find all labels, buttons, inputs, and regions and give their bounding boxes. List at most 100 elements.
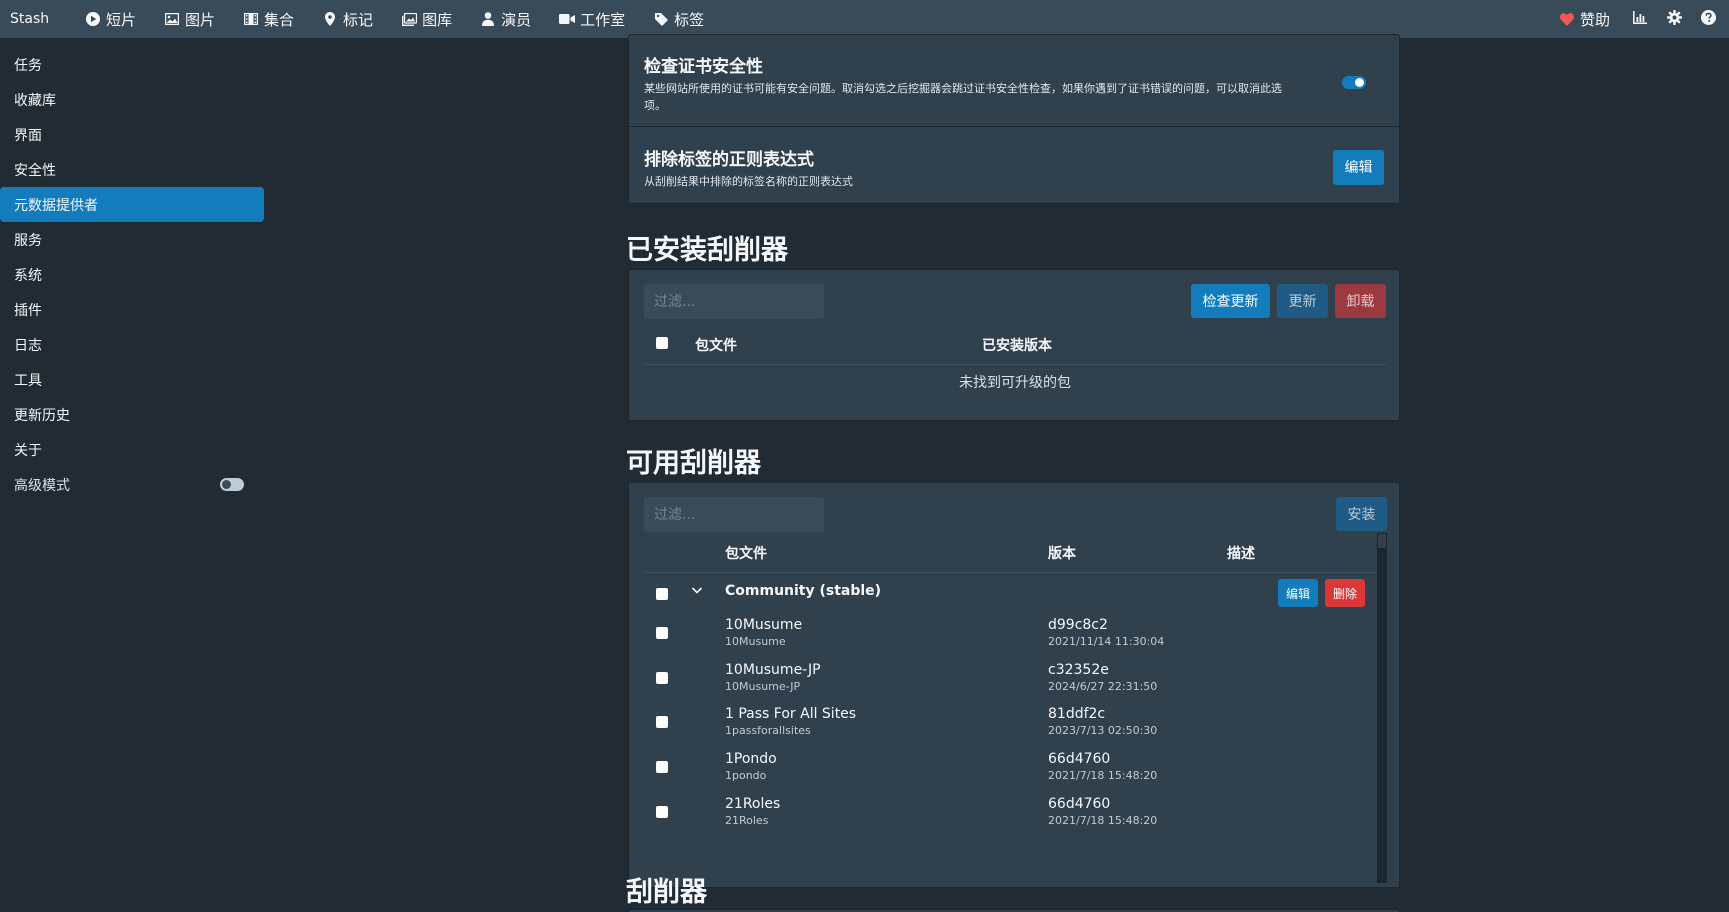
sidebar-item-tools[interactable]: 工具 [0, 362, 264, 397]
nav-item-markers[interactable]: 标记 [308, 0, 387, 38]
installed-filter-input[interactable] [644, 284, 824, 319]
installed-select-all-checkbox[interactable] [656, 337, 668, 349]
source-edit-button[interactable]: 编辑 [1278, 579, 1318, 607]
version-cell: c32352e 2024/6/27 22:31:50 [1048, 662, 1157, 693]
package-checkbox[interactable] [656, 761, 668, 773]
installed-scrapers-card: 检查更新 更新 卸载 包文件 已安装版本 未找到可升级的包 [628, 269, 1400, 421]
source-delete-button[interactable]: 删除 [1325, 579, 1365, 607]
package-version: 66d4760 [1048, 751, 1111, 767]
package-date: 2021/11/14 11:30:04 [1048, 635, 1165, 648]
nav-item-label: 演员 [501, 10, 532, 29]
settings-card: 检查证书安全性 某些网站所使用的证书可能有安全问题。取消勾选之后挖掘器会跳过证书… [628, 34, 1400, 204]
settings-button[interactable] [1657, 0, 1691, 38]
version-cell: 81ddf2c 2023/7/13 02:50:30 [1048, 706, 1157, 737]
package-name: 10Musume [725, 617, 803, 633]
question-circle-icon [1700, 9, 1716, 29]
sidebar-item-metadata-providers[interactable]: 元数据提供者 [0, 187, 264, 222]
donate-link[interactable]: 赞助 [1546, 0, 1623, 38]
available-scrollbar-thumb[interactable] [1378, 534, 1386, 548]
nav-item-label: 标签 [674, 10, 705, 29]
package-checkbox[interactable] [656, 716, 668, 728]
cert-check-toggle[interactable] [1342, 76, 1366, 89]
package-cell: 10Musume-JP 10Musume-JP [725, 662, 821, 693]
heart-icon [1559, 11, 1575, 27]
table-row: 1 Pass For All Sites 1passforallsites 81… [644, 706, 1376, 751]
package-date: 2023/7/13 02:50:30 [1048, 724, 1158, 737]
sidebar-item-security[interactable]: 安全性 [0, 152, 264, 187]
exclude-tags-edit-button[interactable]: 编辑 [1333, 149, 1384, 185]
map-marker-icon [322, 11, 338, 27]
package-id: 1passforallsites [725, 724, 811, 737]
help-button[interactable] [1691, 0, 1725, 38]
available-scrapers-title: 可用刮削器 [626, 448, 761, 479]
available-col-description: 描述 [1227, 546, 1255, 562]
update-button[interactable]: 更新 [1277, 284, 1328, 318]
installed-scrapers-title: 已安装刮削器 [626, 235, 788, 266]
donate-label: 赞助 [1579, 10, 1610, 29]
cert-check-title: 检查证书安全性 [644, 56, 763, 77]
package-checkbox[interactable] [656, 627, 668, 639]
package-checkbox[interactable] [656, 672, 668, 684]
user-icon [480, 11, 496, 27]
stats-button[interactable] [1623, 0, 1657, 38]
table-row: 10Musume-JP 10Musume-JP c32352e 2024/6/2… [644, 662, 1376, 707]
chevron-down-icon[interactable] [691, 584, 703, 600]
sidebar-item-logs[interactable]: 日志 [0, 327, 264, 362]
package-date: 2024/6/27 22:31:50 [1048, 680, 1158, 693]
available-col-package: 包文件 [725, 546, 767, 562]
sidebar-item-tasks[interactable]: 任务 [0, 47, 264, 82]
version-cell: d99c8c2 2021/11/14 11:30:04 [1048, 617, 1164, 648]
exclude-tags-text: 排除标签的正则表达式 从刮削结果中排除的标签名称的正则表达式 [644, 145, 853, 190]
top-navbar: Stash 短片 图片 集合 标记 图库 演员 工作室 标签 赞助 [0, 0, 1729, 38]
nav-item-galleries[interactable]: 图库 [387, 0, 466, 38]
nav-item-movies[interactable]: 集合 [229, 0, 308, 38]
advanced-mode-row: 高级模式 [0, 467, 264, 502]
package-id: 10Musume-JP [725, 680, 801, 693]
sidebar-item-system[interactable]: 系统 [0, 257, 264, 292]
play-circle-icon [85, 11, 101, 27]
package-cell: 21Roles 21Roles [725, 796, 780, 827]
nav-item-label: 工作室 [580, 10, 626, 29]
sidebar-item-library[interactable]: 收藏库 [0, 82, 264, 117]
sidebar-item-interface[interactable]: 界面 [0, 117, 264, 152]
uninstall-button[interactable]: 卸载 [1335, 284, 1386, 318]
nav-item-label: 集合 [264, 10, 295, 29]
exclude-tags-description: 从刮削结果中排除的标签名称的正则表达式 [644, 174, 853, 188]
package-name: 10Musume-JP [725, 662, 821, 678]
installed-table-divider [644, 364, 1386, 365]
package-version: d99c8c2 [1048, 617, 1108, 633]
tag-icon [653, 11, 669, 27]
source-checkbox[interactable] [656, 588, 668, 600]
nav-item-scenes[interactable]: 短片 [80, 0, 150, 38]
sidebar-item-services[interactable]: 服务 [0, 222, 264, 257]
installed-empty-text: 未找到可升级的包 [959, 375, 1071, 391]
package-version: 66d4760 [1048, 796, 1111, 812]
package-id: 10Musume [725, 635, 786, 648]
package-id: 1pondo [725, 769, 767, 782]
nav-item-performers[interactable]: 演员 [466, 0, 545, 38]
nav-item-images[interactable]: 图片 [150, 0, 229, 38]
sidebar-item-about[interactable]: 关于 [0, 432, 264, 467]
nav-item-studios[interactable]: 工作室 [545, 0, 639, 38]
sidebar-item-plugins[interactable]: 插件 [0, 292, 264, 327]
check-updates-button[interactable]: 检查更新 [1191, 284, 1270, 318]
film-icon [243, 11, 259, 27]
package-date: 2021/7/18 15:48:20 [1048, 769, 1158, 782]
install-button[interactable]: 安装 [1336, 497, 1387, 531]
source-name: Community (stable) [725, 583, 882, 599]
table-row: 1Pondo 1pondo 66d4760 2021/7/18 15:48:20 [644, 751, 1376, 796]
settings-sidebar: 任务 收藏库 界面 安全性 元数据提供者 服务 系统 插件 日志 工具 更新历史… [0, 47, 264, 502]
cert-check-text: 检查证书安全性 某些网站所使用的证书可能有安全问题。取消勾选之后挖掘器会跳过证书… [644, 52, 1284, 114]
images-icon [401, 11, 417, 27]
nav-item-tags[interactable]: 标签 [639, 0, 718, 38]
package-version: c32352e [1048, 662, 1109, 678]
sidebar-item-changelog[interactable]: 更新历史 [0, 397, 264, 432]
brand-logo[interactable]: Stash [0, 11, 80, 27]
advanced-mode-toggle[interactable] [220, 478, 244, 491]
available-scrollbar-track[interactable] [1377, 533, 1387, 883]
available-filter-input[interactable] [644, 497, 824, 532]
table-row: 10Musume 10Musume d99c8c2 2021/11/14 11:… [644, 617, 1376, 662]
package-checkbox[interactable] [656, 806, 668, 818]
advanced-mode-label: 高级模式 [14, 477, 70, 494]
package-date: 2021/7/18 15:48:20 [1048, 814, 1158, 827]
